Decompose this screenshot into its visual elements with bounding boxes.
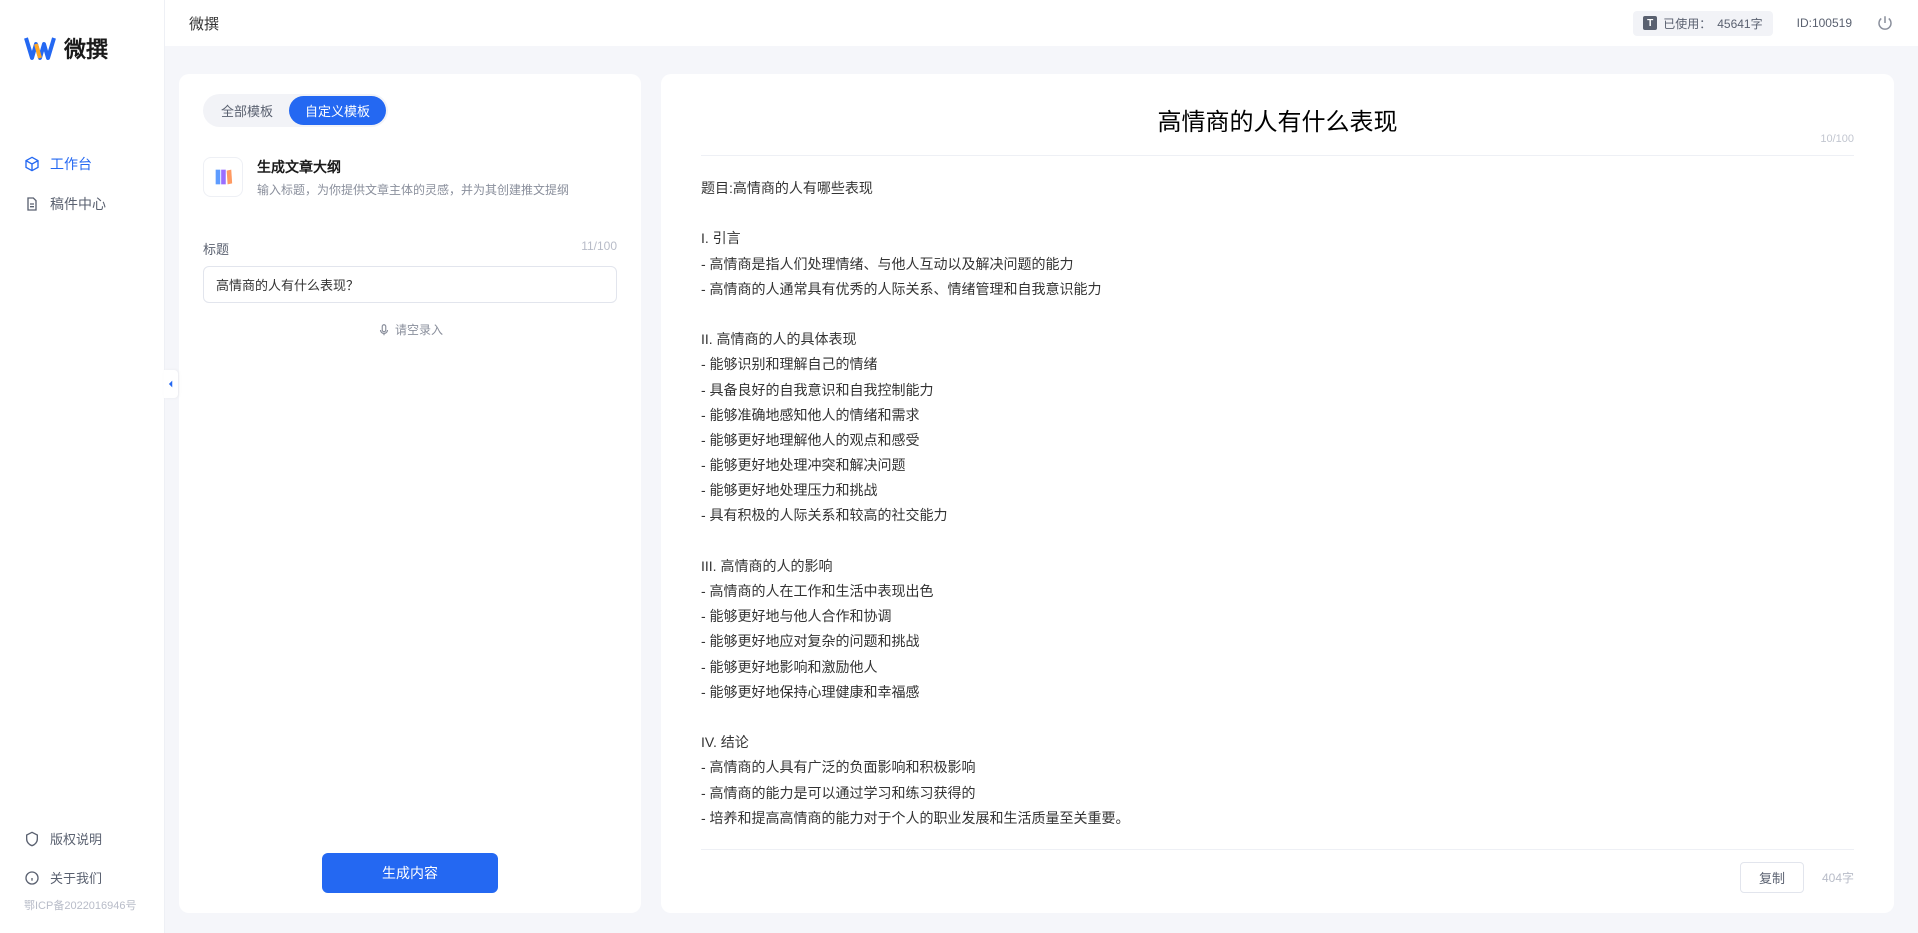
power-icon[interactable] (1876, 14, 1894, 32)
document-icon (24, 196, 40, 212)
sidebar: 微撰 工作台 稿件中心 版权说明 关于我们 鄂ICP备2022016946号 (0, 0, 165, 933)
logo-icon (24, 32, 56, 64)
nav: 工作台 稿件中心 (0, 94, 164, 819)
voice-row: 请空录入 (203, 321, 617, 338)
workspace: 全部模板 自定义模板 生成文章大纲 输入标题，为你提供文章主体的灵感，并为其创建… (165, 46, 1918, 933)
nav-item-label: 稿件中心 (50, 194, 106, 214)
nav-item-label: 关于我们 (50, 868, 102, 887)
template-info: 生成文章大纲 输入标题，为你提供文章主体的灵感，并为其创建推文提纲 (257, 157, 617, 199)
nav-item-workspace[interactable]: 工作台 (0, 144, 164, 184)
user-id: ID:100519 (1797, 16, 1852, 30)
main: 微撰 T 已使用： 45641字 ID:100519 全部模板 自定义模板 (165, 0, 1918, 933)
field-label: 标题 (203, 239, 229, 258)
cube-icon (24, 156, 40, 172)
output-footer: 复制 404字 (701, 849, 1854, 893)
page-title: 微撰 (189, 13, 219, 34)
field-counter: 11/100 (581, 239, 617, 258)
topbar: 微撰 T 已使用： 45641字 ID:100519 (165, 0, 1918, 46)
output-body[interactable]: 题目:高情商的人有哪些表现 I. 引言 - 高情商是指人们处理情绪、与他人互动以… (701, 176, 1854, 839)
output-header: 高情商的人有什么表现 10/100 (701, 102, 1854, 156)
nav-item-label: 版权说明 (50, 829, 102, 848)
field-label-row: 标题 11/100 (203, 239, 617, 258)
shield-icon (24, 831, 40, 847)
topbar-right: T 已使用： 45641字 ID:100519 (1633, 11, 1894, 36)
nav-item-about[interactable]: 关于我们 (0, 858, 164, 897)
logo: 微撰 (0, 32, 164, 94)
t-icon: T (1643, 16, 1657, 30)
usage-value: 45641字 (1717, 15, 1762, 32)
voice-input-button[interactable]: 请空录入 (377, 321, 443, 338)
output-title-counter: 10/100 (1820, 133, 1854, 145)
mic-icon (377, 323, 391, 337)
title-input[interactable] (203, 266, 617, 303)
usage-badge: T 已使用： 45641字 (1633, 11, 1772, 36)
sidebar-collapse-handle[interactable] (164, 370, 178, 398)
template-card: 生成文章大纲 输入标题，为你提供文章主体的灵感，并为其创建推文提纲 (203, 147, 617, 219)
tab-all-templates[interactable]: 全部模板 (205, 96, 289, 125)
output-title: 高情商的人有什么表现 (701, 102, 1854, 137)
template-icon (203, 157, 243, 197)
template-desc: 输入标题，为你提供文章主体的灵感，并为其创建推文提纲 (257, 181, 617, 199)
output-panel: 高情商的人有什么表现 10/100 题目:高情商的人有哪些表现 I. 引言 - … (661, 74, 1894, 913)
nav-item-label: 工作台 (50, 154, 92, 174)
usage-prefix: 已使用： (1663, 15, 1711, 32)
copy-button[interactable]: 复制 (1740, 862, 1804, 893)
logo-text: 微撰 (64, 32, 108, 64)
icp-text: 鄂ICP备2022016946号 (0, 897, 164, 913)
chevron-left-icon (166, 379, 176, 389)
input-panel: 全部模板 自定义模板 生成文章大纲 输入标题，为你提供文章主体的灵感，并为其创建… (179, 74, 641, 913)
nav-item-drafts[interactable]: 稿件中心 (0, 184, 164, 224)
nav-item-copyright[interactable]: 版权说明 (0, 819, 164, 858)
template-tabs: 全部模板 自定义模板 (203, 94, 388, 127)
sidebar-bottom: 版权说明 关于我们 鄂ICP备2022016946号 (0, 819, 164, 933)
voice-label: 请空录入 (395, 321, 443, 338)
generate-button[interactable]: 生成内容 (322, 853, 498, 893)
template-title: 生成文章大纲 (257, 157, 617, 177)
info-icon (24, 870, 40, 886)
books-icon (212, 166, 234, 188)
char-count: 404字 (1822, 869, 1854, 886)
tab-custom-templates[interactable]: 自定义模板 (289, 96, 386, 125)
